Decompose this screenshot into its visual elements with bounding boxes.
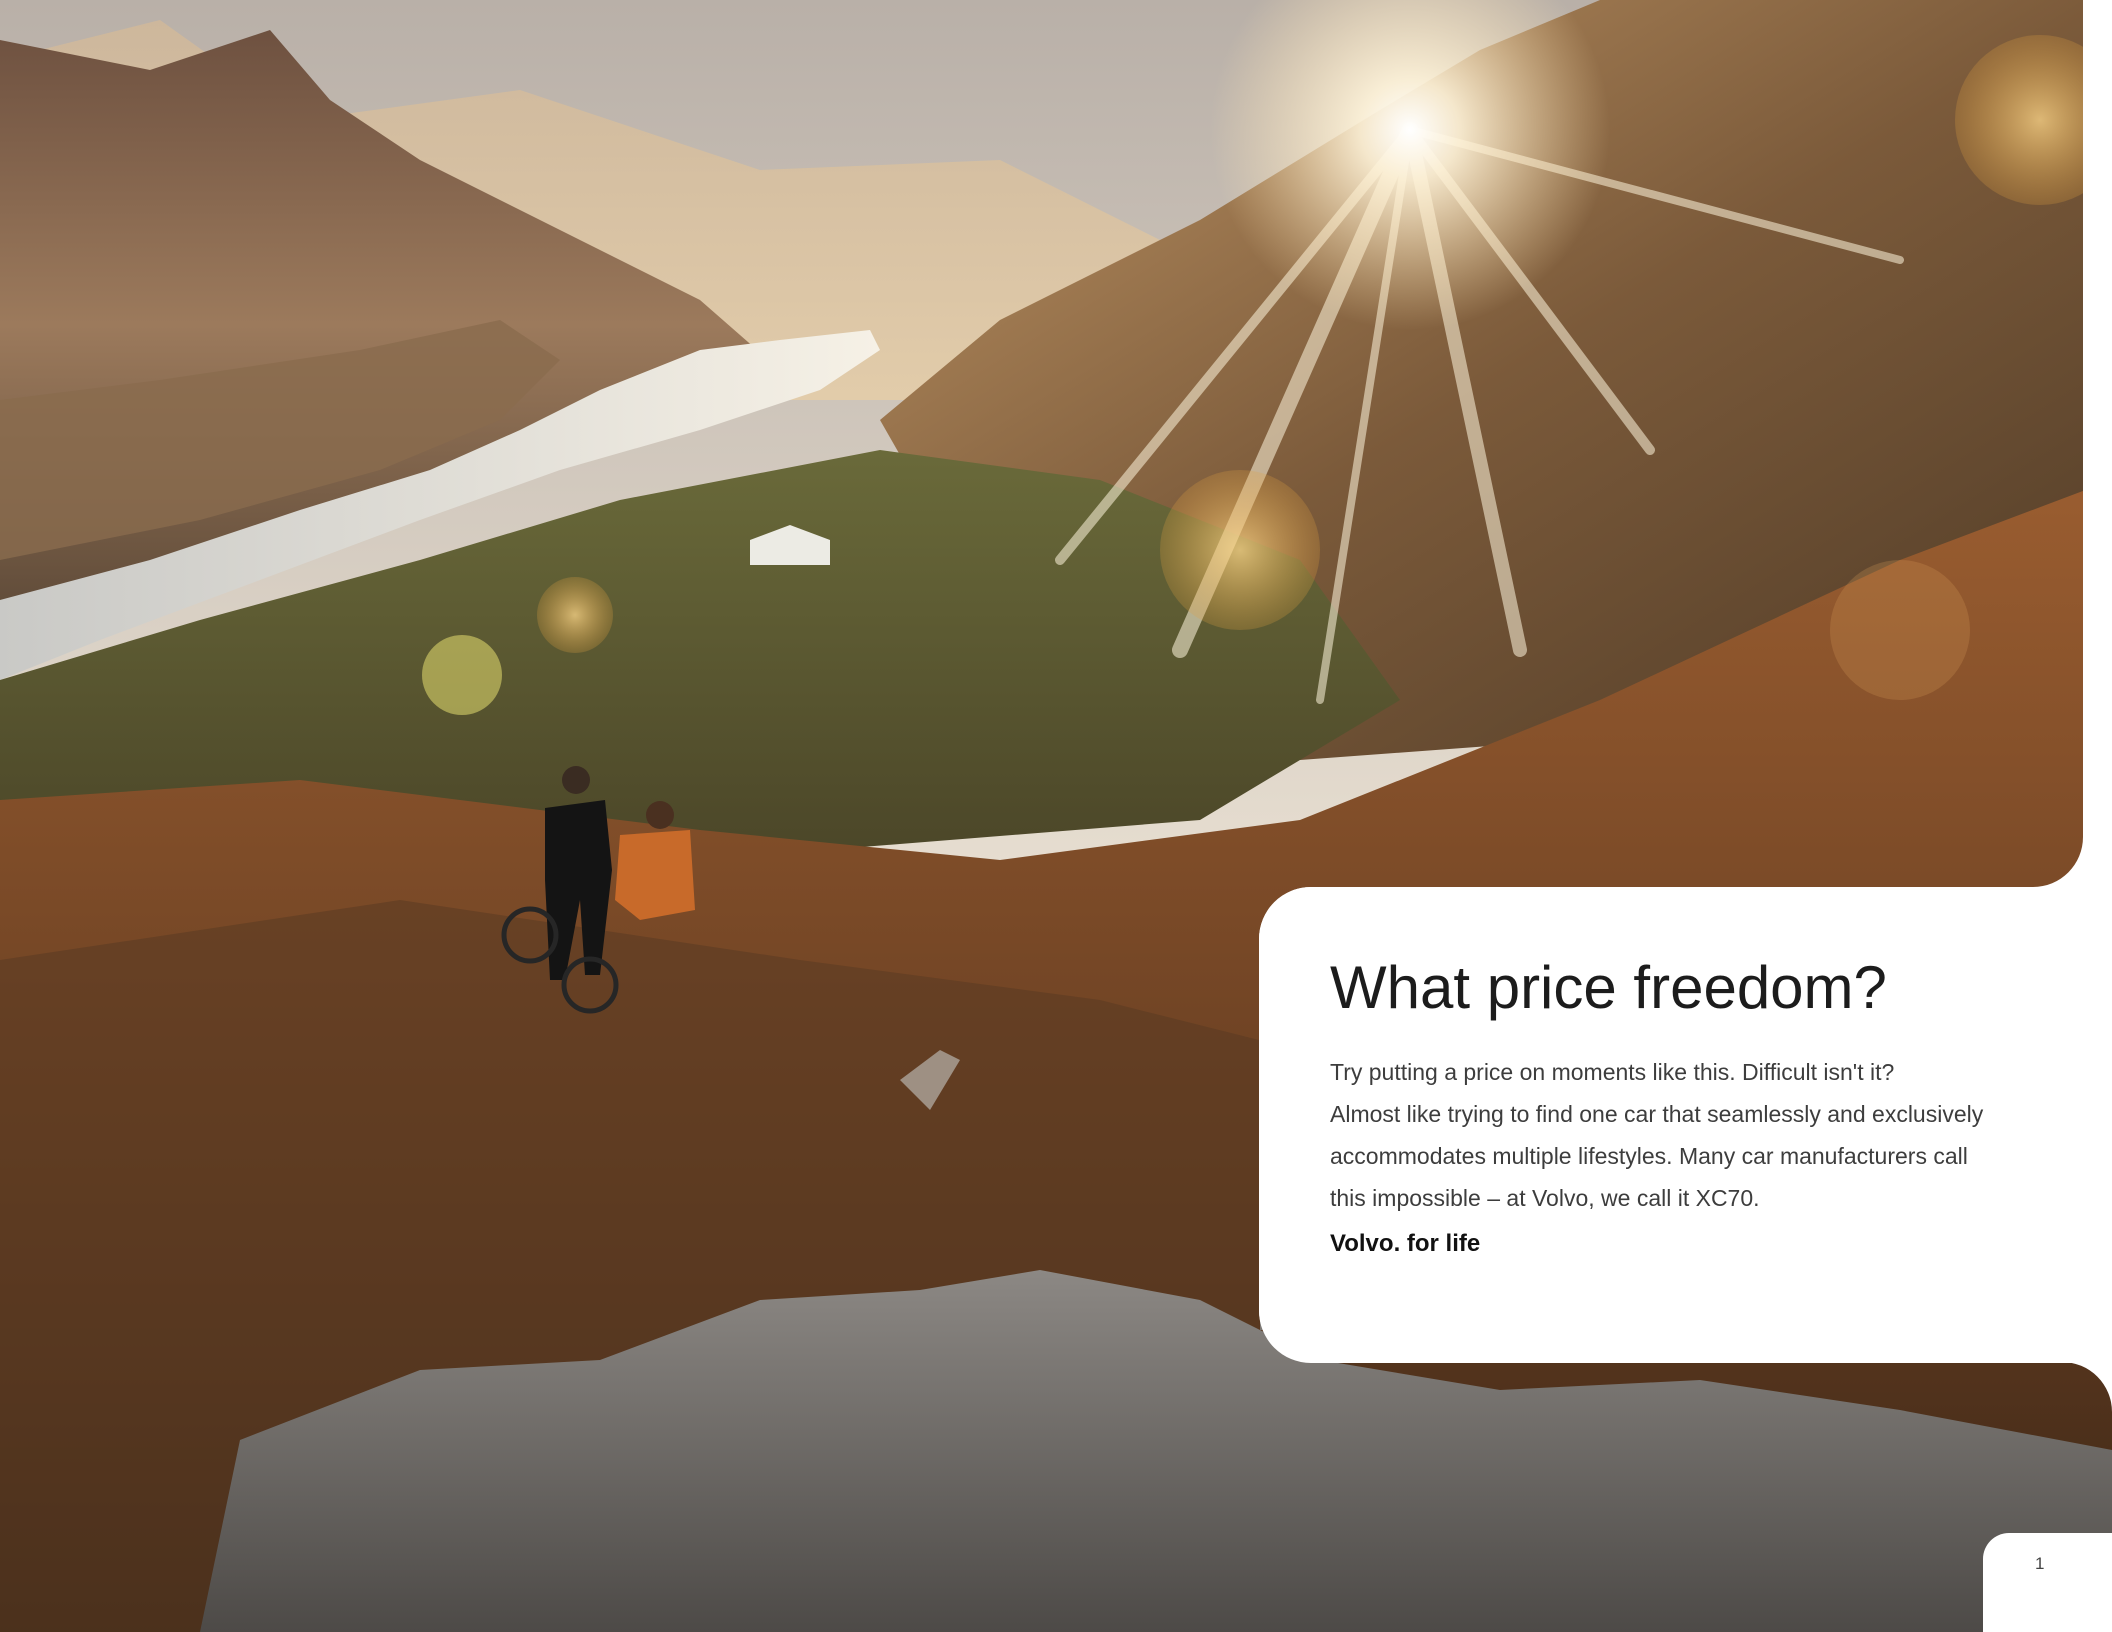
- page-number-tab: [1983, 1533, 2112, 1632]
- article-body: Try putting a price on moments like this…: [1330, 1051, 2050, 1219]
- body-line: accommodates multiple lifestyles. Many c…: [1330, 1143, 1968, 1169]
- page-number: 1: [2035, 1554, 2045, 1573]
- body-line: Almost like trying to find one car that …: [1330, 1101, 1984, 1127]
- hero-photo: [0, 0, 2112, 1632]
- article-heading: What price freedom?: [1330, 954, 1887, 1021]
- brand-tagline: Volvo. for life: [1330, 1230, 1481, 1257]
- body-line: this impossible – at Volvo, we call it X…: [1330, 1185, 1760, 1211]
- body-line: Try putting a price on moments like this…: [1330, 1059, 1895, 1085]
